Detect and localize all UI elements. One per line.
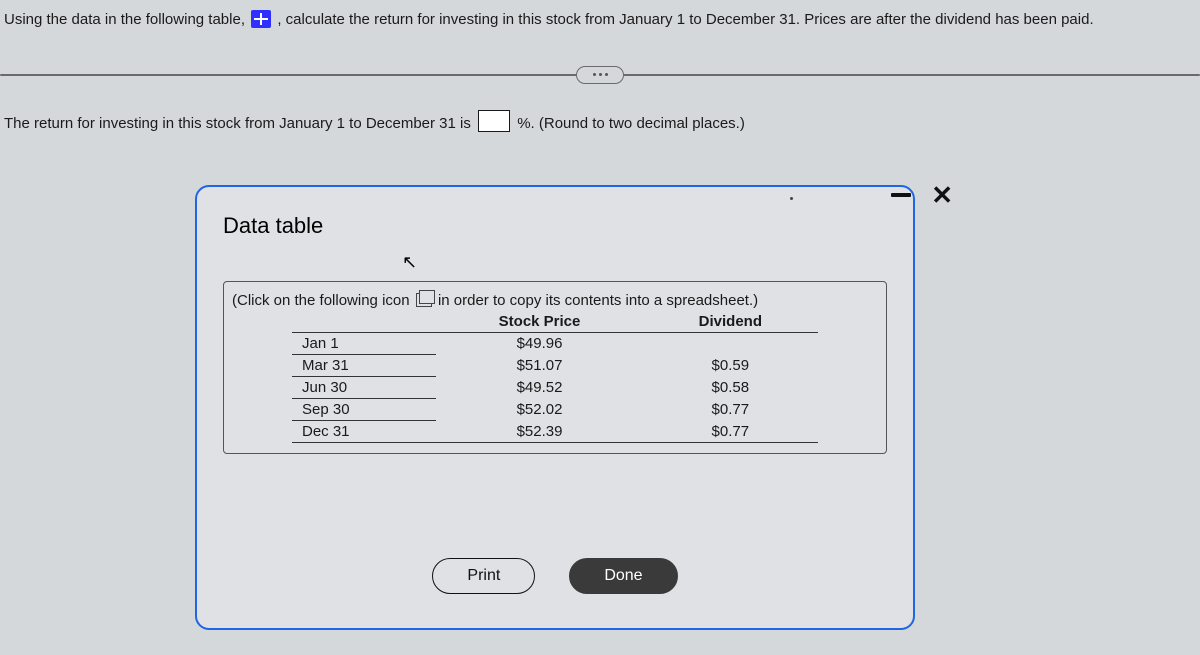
- done-button[interactable]: Done: [569, 558, 677, 594]
- table-row: Jan 1 $49.96: [292, 333, 818, 355]
- table-row: Jun 30 $49.52 $0.58: [292, 377, 818, 399]
- cell-dividend: [643, 333, 818, 355]
- drag-handle-icon[interactable]: [576, 66, 624, 84]
- cell-dividend: $0.77: [643, 421, 818, 443]
- decorative-dot: [790, 197, 793, 200]
- question-part2: , calculate the return for investing in …: [277, 11, 1093, 28]
- hint-post: in order to copy its contents into a spr…: [438, 292, 758, 309]
- cell-price: $49.96: [436, 333, 642, 355]
- col-date-header: [292, 311, 436, 333]
- col-price-header: Stock Price: [436, 311, 642, 333]
- question-part1: Using the data in the following table,: [4, 11, 245, 28]
- close-icon[interactable]: ✕: [931, 182, 953, 208]
- cell-dividend: $0.58: [643, 377, 818, 399]
- data-table-modal: ✕ Data table ↖ (Click on the following i…: [195, 185, 915, 630]
- modal-title: Data table: [223, 213, 887, 239]
- cell-date: Jun 30: [292, 377, 436, 399]
- cell-date: Sep 30: [292, 399, 436, 421]
- table-icon[interactable]: [251, 10, 271, 28]
- cell-date: Mar 31: [292, 355, 436, 377]
- hint-pre: (Click on the following icon: [232, 292, 410, 309]
- cell-price: $51.07: [436, 355, 642, 377]
- answer-line: The return for investing in this stock f…: [0, 110, 1200, 132]
- section-divider: [0, 74, 1200, 76]
- return-percent-input[interactable]: [478, 110, 510, 132]
- cell-date: Jan 1: [292, 333, 436, 355]
- table-row: Mar 31 $51.07 $0.59: [292, 355, 818, 377]
- minimize-icon[interactable]: [891, 193, 911, 197]
- answer-pre: The return for investing in this stock f…: [4, 115, 471, 132]
- question-text: Using the data in the following table, ,…: [0, 0, 1200, 44]
- print-button[interactable]: Print: [432, 558, 535, 594]
- table-row: Sep 30 $52.02 $0.77: [292, 399, 818, 421]
- cell-dividend: $0.77: [643, 399, 818, 421]
- cell-price: $52.39: [436, 421, 642, 443]
- copy-hint: (Click on the following icon in order to…: [223, 281, 887, 454]
- cell-dividend: $0.59: [643, 355, 818, 377]
- col-dividend-header: Dividend: [643, 311, 818, 333]
- cell-date: Dec 31: [292, 421, 436, 443]
- copy-icon[interactable]: [416, 293, 432, 307]
- cursor-icon: ↖: [402, 252, 417, 273]
- cell-price: $49.52: [436, 377, 642, 399]
- answer-unit: %. (Round to two decimal places.): [517, 115, 745, 132]
- cell-price: $52.02: [436, 399, 642, 421]
- data-table: Stock Price Dividend Jan 1 $49.96 Mar 31…: [292, 311, 818, 443]
- table-row: Dec 31 $52.39 $0.77: [292, 421, 818, 443]
